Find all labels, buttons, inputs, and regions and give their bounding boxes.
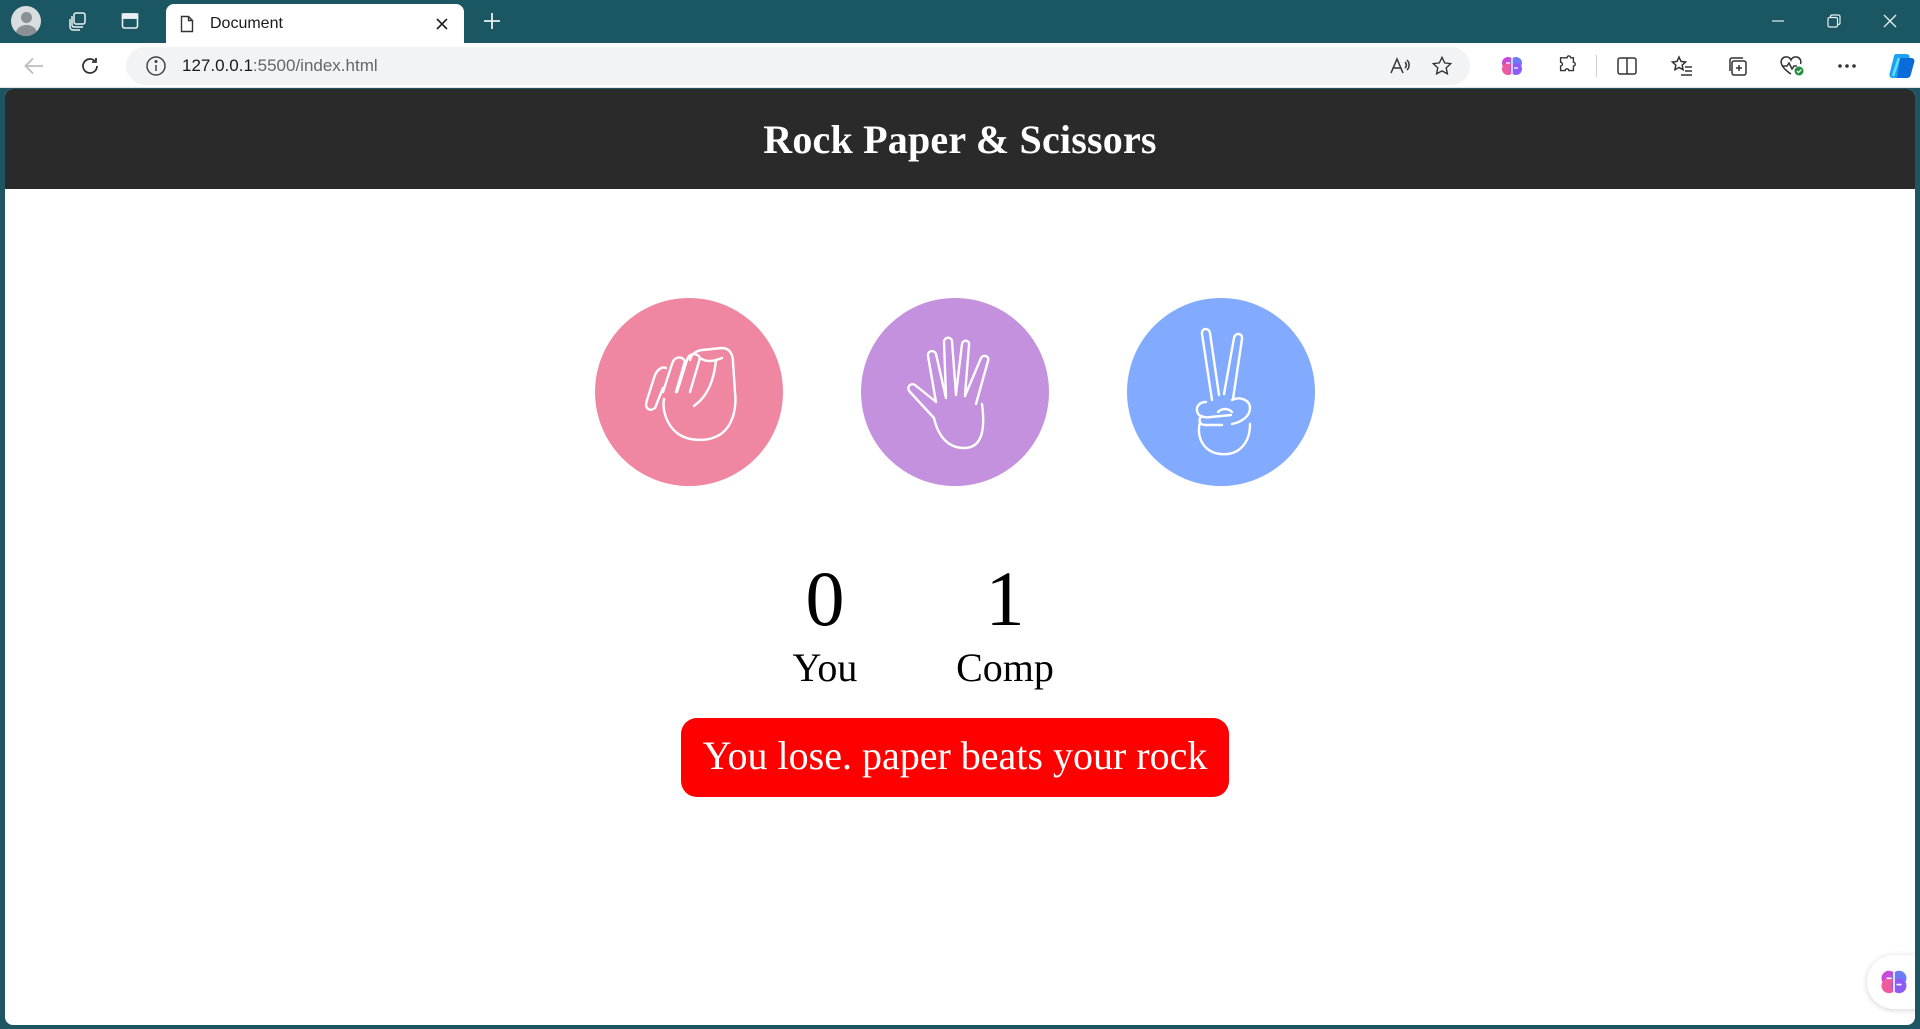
split-screen-icon [1616, 57, 1637, 75]
new-tab-button[interactable] [476, 6, 508, 36]
choices-row [5, 298, 1915, 486]
message-container: You lose. paper beats your rock [5, 718, 1915, 797]
rock-fist-icon [645, 346, 737, 442]
reload-icon [82, 58, 98, 74]
puzzle-icon [1559, 55, 1576, 72]
toolbar-divider [1596, 55, 1597, 77]
restore-icon [1827, 14, 1841, 28]
document-icon [180, 15, 194, 32]
split-screen-button[interactable] [1599, 49, 1654, 83]
close-window-button[interactable] [1862, 4, 1918, 38]
address-bar[interactable]: 127.0.0.1:5500/index.html [126, 47, 1470, 85]
browser-essentials-button[interactable] [1764, 49, 1819, 83]
brain-icon [1501, 57, 1522, 75]
vertical-tabs-icon [121, 13, 139, 29]
profile-avatar-button[interactable] [10, 6, 42, 36]
page-title: Rock Paper & Scissors [763, 116, 1157, 162]
user-score-label: You [792, 645, 858, 690]
user-score-value: 0 [805, 555, 845, 642]
close-icon [436, 17, 448, 30]
rock-choice-button[interactable] [595, 298, 783, 486]
scoreboard: 0 You 1 Comp [5, 559, 1915, 691]
site-info-icon[interactable] [144, 54, 168, 78]
brain-icon [1881, 970, 1907, 994]
minimize-window-button[interactable] [1750, 4, 1806, 38]
address-bar-actions [1386, 52, 1456, 80]
browser-extension-toolbar [1484, 49, 1920, 83]
star-icon [1431, 55, 1453, 76]
workspaces-icon [69, 12, 86, 31]
scissors-choice-button[interactable] [1127, 298, 1315, 486]
computer-score: 1 Comp [950, 559, 1060, 691]
back-arrow-icon [24, 57, 43, 75]
close-icon [1883, 14, 1897, 28]
tab-strip: Document [0, 0, 1920, 43]
computer-score-label: Comp [956, 645, 1054, 690]
copilot-button[interactable] [1874, 49, 1920, 83]
heart-pulse-icon [1779, 56, 1803, 76]
favorite-button[interactable] [1428, 52, 1456, 80]
copilot-extension-button[interactable] [1484, 49, 1539, 83]
more-dots-icon [1837, 64, 1856, 68]
favorites-button[interactable] [1654, 49, 1709, 83]
read-aloud-button[interactable] [1386, 52, 1414, 80]
url-host: 127.0.0.1 [182, 56, 253, 75]
paper-hand-icon [907, 336, 990, 450]
favorites-list-icon [1670, 55, 1692, 76]
settings-more-button[interactable] [1819, 49, 1874, 83]
tab-actions-button[interactable] [114, 6, 146, 36]
scissors-hand-icon [1195, 327, 1252, 456]
copilot-icon [1888, 54, 1914, 78]
minimize-icon [1772, 20, 1784, 22]
computer-score-value: 1 [985, 555, 1025, 642]
restore-window-button[interactable] [1806, 4, 1862, 38]
close-tab-button[interactable] [428, 10, 456, 38]
back-button[interactable] [16, 49, 52, 83]
tab-title: Document [210, 14, 283, 32]
plus-icon [484, 13, 500, 29]
floating-copilot-button[interactable] [1867, 955, 1915, 1009]
avatar-icon [11, 6, 41, 36]
read-aloud-icon [1390, 57, 1410, 74]
user-score: 0 You [770, 559, 880, 691]
collections-button[interactable] [1709, 49, 1764, 83]
workspaces-button[interactable] [62, 6, 94, 36]
paper-choice-button[interactable] [861, 298, 1049, 486]
browser-toolbar: 127.0.0.1:5500/index.html [0, 43, 1920, 88]
reload-button[interactable] [72, 49, 108, 83]
url-path: :5500/index.html [252, 56, 378, 75]
page-viewport: Rock Paper & Scissors 0 You 1 Comp You l… [5, 89, 1915, 1025]
extensions-button[interactable] [1539, 49, 1594, 83]
browser-tab-active[interactable]: Document [166, 4, 464, 43]
result-message: You lose. paper beats your rock [680, 718, 1230, 797]
collections-icon [1728, 57, 1747, 76]
url-text[interactable]: 127.0.0.1:5500/index.html [182, 56, 378, 76]
page-header: Rock Paper & Scissors [5, 89, 1915, 189]
